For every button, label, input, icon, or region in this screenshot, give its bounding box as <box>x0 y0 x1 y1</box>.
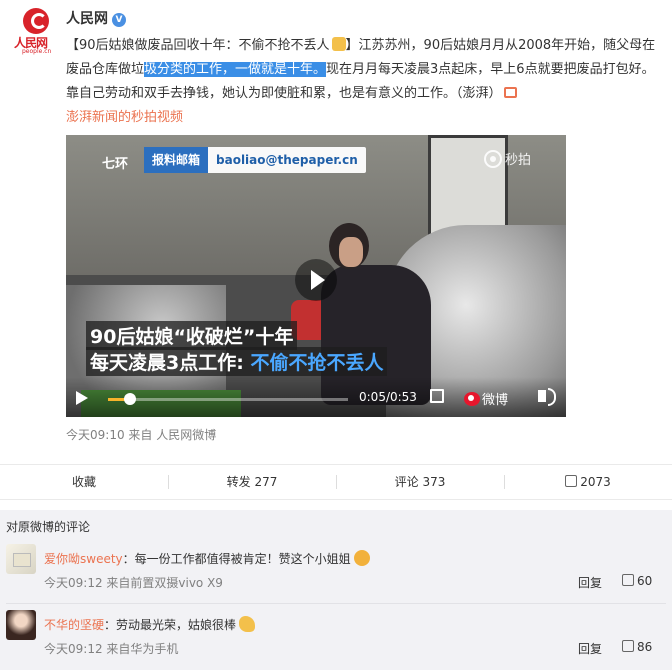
weibo-text: 微博 <box>482 393 509 408</box>
miaopai-watermark: 秒拍 <box>484 149 531 168</box>
comment-body: 爱你呦sweety：每一份工作都值得被肯定！赞这个小姐姐 <box>44 550 370 567</box>
video-brand-tag: 七环 <box>102 157 129 172</box>
comment-text: 每一份工作都值得被肯定！赞这个小姐姐 <box>134 552 351 566</box>
miaopai-text: 秒拍 <box>505 153 532 168</box>
post-meta: 今天09:10 来自 人民网微博 <box>66 428 217 442</box>
miaopai-icon <box>484 149 502 168</box>
avatar[interactable]: 人民网 people.cn <box>12 8 58 55</box>
progress-bar[interactable] <box>108 393 348 405</box>
like-count: 2073 <box>580 475 611 489</box>
weibo-watermark: 微博 <box>464 389 508 408</box>
comment-like-button[interactable]: 60 <box>622 574 652 588</box>
comment-separator: ： <box>122 552 135 566</box>
avatar[interactable] <box>6 544 36 574</box>
muscle-emoji-icon <box>239 616 256 632</box>
action-bar: 收藏 转发 277 评论 373 2073 <box>0 464 672 500</box>
comments-header: 对原微博的评论 <box>6 520 91 534</box>
comment-like-count: 60 <box>637 574 653 588</box>
video-time: 0:05/0:53 <box>359 390 417 404</box>
clap-emoji-icon <box>353 550 370 566</box>
comment-button[interactable]: 评论 373 <box>336 465 504 499</box>
video-caption-line2: 每天凌晨3点工作: 不偷不抢不丢人 <box>86 347 388 376</box>
comment-body: 不华的坚硬：劳动最光荣，姑娘很棒 <box>44 616 256 633</box>
play-button[interactable] <box>295 259 337 301</box>
mailbox-label: 报料邮箱 <box>144 147 209 173</box>
repost-button[interactable]: 转发 277 <box>168 465 336 499</box>
comment-item: 爱你呦sweety：每一份工作都值得被肯定！赞这个小姐姐 今天09:12 来自前… <box>0 544 672 610</box>
comment-label: 评论 373 <box>394 475 446 489</box>
comment-item: 不华的坚硬：劳动最光荣，姑娘很棒 今天09:12 来自华为手机 回复 86 <box>0 610 672 670</box>
people-daily-logo-icon <box>23 8 49 34</box>
caption-line2-highlight: 不偷不抢不丢人 <box>250 352 384 374</box>
progress-handle[interactable] <box>123 393 136 405</box>
like-button[interactable]: 2073 <box>504 465 672 499</box>
selected-text: 圾分类的工作，一做就是十年。 <box>144 62 327 77</box>
comments-section: 对原微博的评论 爱你呦sweety：每一份工作都值得被肯定！赞这个小姐姐 今天0… <box>0 510 672 670</box>
content-part1: 【90后姑娘做废品回收十年：不偷不抢不丢人 <box>66 38 330 53</box>
logo-site: people.cn <box>22 48 52 55</box>
weibo-post: 人民网 people.cn 人民网 V 【90后姑娘做废品回收十年：不偷不抢不丢人… <box>0 0 672 460</box>
comment-username[interactable]: 爱你呦sweety <box>44 552 123 566</box>
video-controls: 0:05/0:53 微博 <box>66 377 566 417</box>
video-link-icon[interactable] <box>503 87 517 98</box>
comment-like-button[interactable]: 86 <box>622 640 652 654</box>
comment-username[interactable]: 不华的坚硬 <box>44 618 104 632</box>
favorite-label: 收藏 <box>71 475 96 489</box>
avatar[interactable] <box>6 610 36 640</box>
repost-label: 转发 277 <box>226 475 278 489</box>
post-content: 【90后姑娘做废品回收十年：不偷不抢不丢人 】江苏苏州，90后姑娘月月从2008年… <box>66 34 662 130</box>
favorite-button[interactable]: 收藏 <box>0 465 168 499</box>
reply-button[interactable]: 回复 <box>578 574 602 591</box>
mailbox-address: baoliao@thepaper.cn <box>216 153 358 167</box>
video-source-link[interactable]: 澎湃新闻的秒拍视频 <box>66 106 662 130</box>
thumbs-up-icon <box>565 475 578 487</box>
thumbs-up-icon <box>622 640 634 652</box>
play-icon[interactable] <box>76 391 88 405</box>
author-name[interactable]: 人民网 <box>66 11 108 27</box>
comment-time: 今天09:12 来自华为手机 <box>44 642 179 656</box>
post-author[interactable]: 人民网 V <box>66 8 126 28</box>
reply-button[interactable]: 回复 <box>578 640 602 657</box>
verified-icon: V <box>112 13 126 27</box>
video-player[interactable]: 七环 报料邮箱 baoliao@thepaper.cn 秒拍 90后姑娘“收破烂… <box>66 135 566 417</box>
volume-icon[interactable] <box>538 388 556 406</box>
thumbs-up-icon <box>622 574 634 586</box>
thumbs-up-emoji-icon <box>331 37 346 51</box>
comment-separator: ： <box>104 618 117 632</box>
fullscreen-icon[interactable] <box>430 389 444 403</box>
comment-time: 今天09:12 来自前置双摄vivo X9 <box>44 576 223 590</box>
comment-like-count: 86 <box>637 640 653 654</box>
comment-text: 劳动最光荣，姑娘很棒 <box>116 618 237 632</box>
mailbox-banner: 报料邮箱 baoliao@thepaper.cn <box>144 147 366 173</box>
comment-divider <box>6 603 666 604</box>
weibo-icon <box>464 391 480 406</box>
video-caption-line1: 90后姑娘“收破烂”十年 <box>86 321 298 350</box>
caption-line2-prefix: 每天凌晨3点工作: <box>90 352 251 374</box>
